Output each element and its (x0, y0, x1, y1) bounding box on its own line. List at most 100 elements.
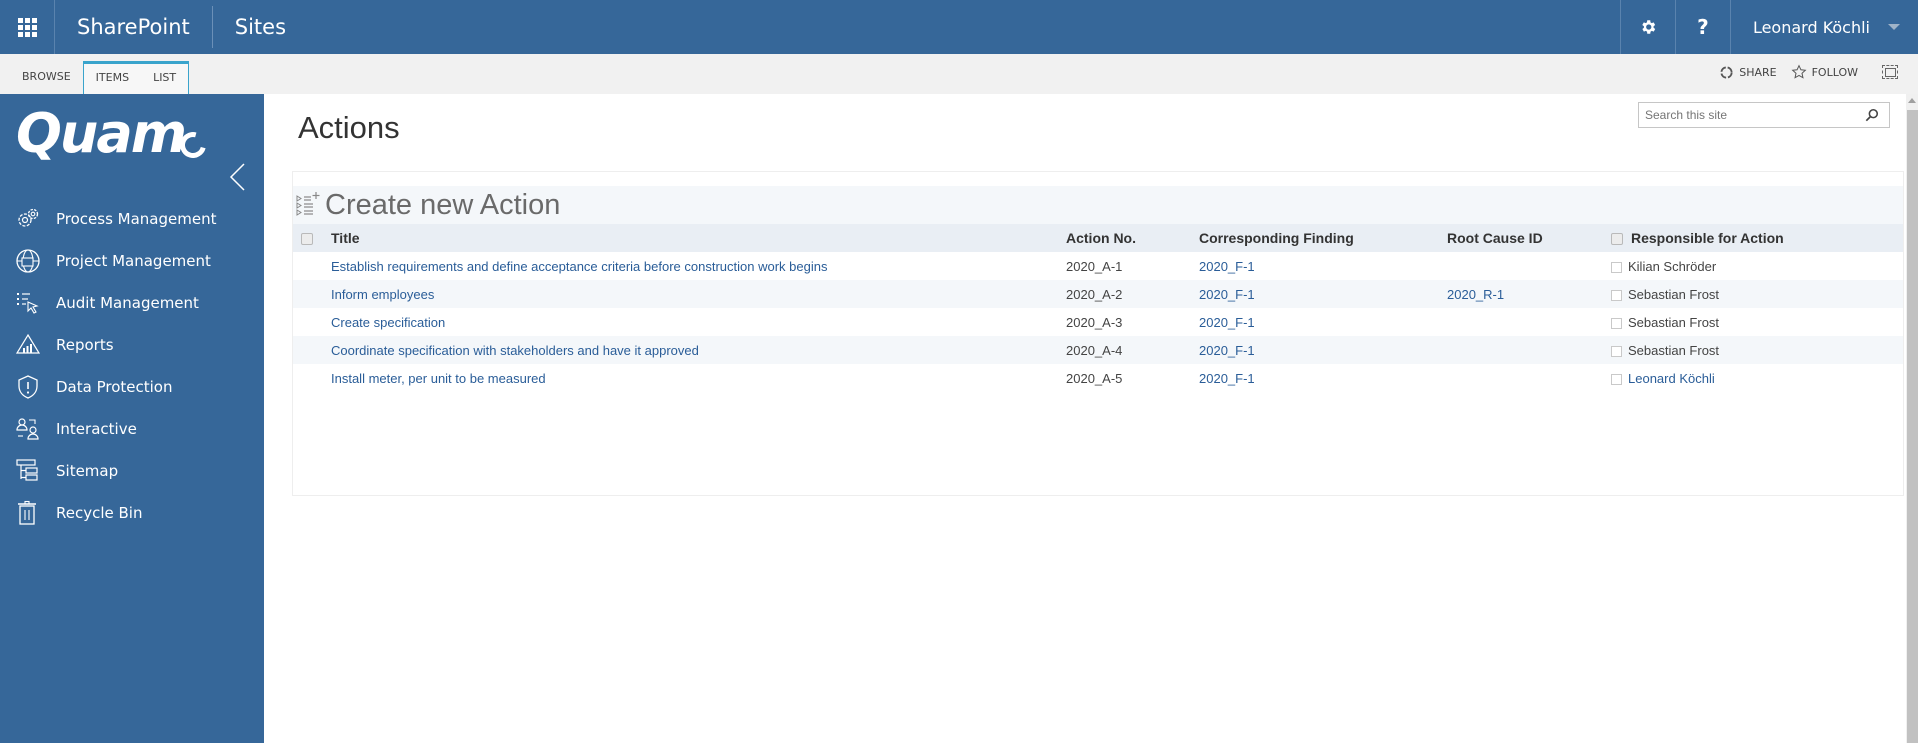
nav-label: Interactive (56, 420, 137, 438)
action-title-link[interactable]: Coordinate specification with stakeholde… (331, 343, 699, 358)
responsible-name: Sebastian Frost (1628, 342, 1720, 358)
nav-item-recycle-bin[interactable]: Recycle Bin (0, 492, 264, 534)
actions-list-webpart: Create new Action Title Action No. Corre… (292, 171, 1904, 496)
nav-list: Process Management Project Management Au… (0, 198, 264, 534)
new-list-item-icon (296, 192, 320, 216)
presence-indicator (1611, 345, 1622, 357)
search-input[interactable] (1639, 108, 1859, 122)
nav-label: Sitemap (56, 462, 119, 480)
nav-item-audit-management[interactable]: Audit Management (0, 282, 264, 324)
column-header-corresponding-finding[interactable]: Corresponding Finding (1199, 224, 1447, 252)
nav-label: Data Protection (56, 378, 173, 396)
trash-icon (18, 500, 36, 525)
nav-item-interactive[interactable]: Interactive (0, 408, 264, 450)
main-content: Actions Create new Action Title (264, 94, 1906, 743)
gear-icon (1642, 20, 1656, 34)
action-title-link[interactable]: Establish requirements and define accept… (331, 259, 827, 274)
nav-label: Process Management (56, 210, 217, 228)
checklist-cursor-icon (17, 293, 39, 314)
search-icon (1865, 108, 1879, 122)
settings-button[interactable] (1619, 0, 1675, 54)
finding-link[interactable]: 2020_F-1 (1199, 371, 1255, 386)
sitemap-icon (16, 459, 38, 481)
page-title: Actions (298, 110, 400, 145)
table-row[interactable]: Inform employees 2020_A-2 2020_F-1 2020_… (293, 280, 1903, 308)
share-button[interactable]: SHARE (1719, 65, 1777, 80)
focus-on-content-icon[interactable] (1882, 65, 1898, 79)
app-name[interactable]: SharePoint (55, 0, 212, 54)
presence-indicator (1611, 261, 1622, 273)
chevron-left-icon (229, 163, 245, 191)
action-no-cell: 2020_A-3 (1066, 314, 1123, 330)
nav-label: Audit Management (56, 294, 199, 312)
tab-browse[interactable]: BROWSE (10, 61, 83, 94)
user-menu[interactable]: Leonard Köchli (1729, 0, 1918, 54)
sites-link[interactable]: Sites (213, 0, 286, 54)
actions-table: Title Action No. Corresponding Finding R… (293, 224, 1903, 392)
help-icon: ? (1697, 15, 1709, 39)
responsible-name-link[interactable]: Leonard Köchli (1628, 371, 1715, 386)
follow-label: FOLLOW (1811, 65, 1858, 79)
quam-logo[interactable]: Quam (16, 102, 187, 165)
column-header-action-no[interactable]: Action No. (1066, 224, 1199, 252)
column-header-title[interactable]: Title (331, 224, 1066, 252)
action-title-link[interactable]: Install meter, per unit to be measured (331, 371, 546, 386)
create-new-action-button[interactable]: Create new Action (293, 186, 1903, 224)
presence-indicator (1611, 373, 1622, 385)
star-icon (1791, 64, 1807, 79)
responsible-name: Sebastian Frost (1628, 314, 1720, 330)
table-header-row: Title Action No. Corresponding Finding R… (293, 224, 1903, 252)
table-row[interactable]: Establish requirements and define accept… (293, 252, 1903, 280)
scrollbar-thumb[interactable] (1907, 110, 1918, 743)
finding-link[interactable]: 2020_F-1 (1199, 315, 1255, 330)
globe-icon (16, 249, 40, 273)
search-box (1638, 102, 1890, 128)
tab-list[interactable]: LIST (141, 64, 188, 94)
nav-label: Recycle Bin (56, 504, 143, 522)
finding-link[interactable]: 2020_F-1 (1199, 287, 1255, 302)
table-row[interactable]: Create specification 2020_A-3 2020_F-1 S… (293, 308, 1903, 336)
app-launcher-button[interactable] (0, 0, 55, 54)
action-no-cell: 2020_A-2 (1066, 280, 1199, 308)
nav-item-sitemap[interactable]: Sitemap (0, 450, 264, 492)
ribbon: BROWSE ITEMS LIST SHARE FOLLOW (0, 54, 1918, 94)
table-row[interactable]: Coordinate specification with stakeholde… (293, 336, 1903, 364)
nav-item-data-protection[interactable]: Data Protection (0, 366, 264, 408)
nav-label: Project Management (56, 252, 211, 270)
presence-indicator (1611, 289, 1622, 301)
select-all-checkbox[interactable] (301, 233, 313, 246)
action-title-link[interactable]: Create specification (331, 315, 445, 330)
nav-item-reports[interactable]: Reports (0, 324, 264, 366)
responsible-name: Kilian Schröder (1628, 258, 1717, 274)
table-row[interactable]: Install meter, per unit to be measured 2… (293, 364, 1903, 392)
finding-link[interactable]: 2020_F-1 (1199, 343, 1255, 358)
finding-link[interactable]: 2020_F-1 (1199, 259, 1255, 274)
action-no-cell: 2020_A-4 (1066, 336, 1199, 364)
waffle-icon (17, 17, 37, 37)
gears-icon (18, 208, 39, 227)
tab-items[interactable]: ITEMS (84, 64, 141, 94)
nav-label: Reports (56, 336, 114, 354)
list-tools-group: ITEMS LIST (82, 61, 190, 94)
search-button[interactable] (1859, 103, 1885, 127)
user-name: Leonard Köchli (1752, 17, 1870, 37)
nav-item-process-management[interactable]: Process Management (0, 198, 264, 240)
nav-item-project-management[interactable]: Project Management (0, 240, 264, 282)
help-button[interactable]: ? (1674, 0, 1730, 54)
collapse-nav-button[interactable] (228, 162, 248, 192)
vertical-scrollbar[interactable] (1906, 94, 1918, 743)
follow-button[interactable]: FOLLOW (1791, 64, 1858, 80)
scroll-up-arrow-icon[interactable] (1908, 98, 1916, 103)
column-header-responsible-label: Responsible for Action (1631, 230, 1784, 246)
create-new-action-label: Create new Action (325, 188, 561, 221)
column-header-root-cause-id[interactable]: Root Cause ID (1447, 224, 1611, 252)
column-header-responsible[interactable]: Responsible for Action (1611, 224, 1903, 252)
action-no-cell: 2020_A-1 (1066, 258, 1123, 274)
presence-indicator (1611, 317, 1622, 329)
caret-down-icon (1888, 24, 1900, 30)
users-exchange-icon (16, 418, 39, 440)
action-title-link[interactable]: Inform employees (331, 287, 434, 302)
action-no-cell: 2020_A-5 (1066, 370, 1123, 386)
root-cause-link[interactable]: 2020_R-1 (1447, 287, 1504, 302)
suite-bar: SharePoint Sites ? Leonard Köchli (0, 0, 1918, 54)
